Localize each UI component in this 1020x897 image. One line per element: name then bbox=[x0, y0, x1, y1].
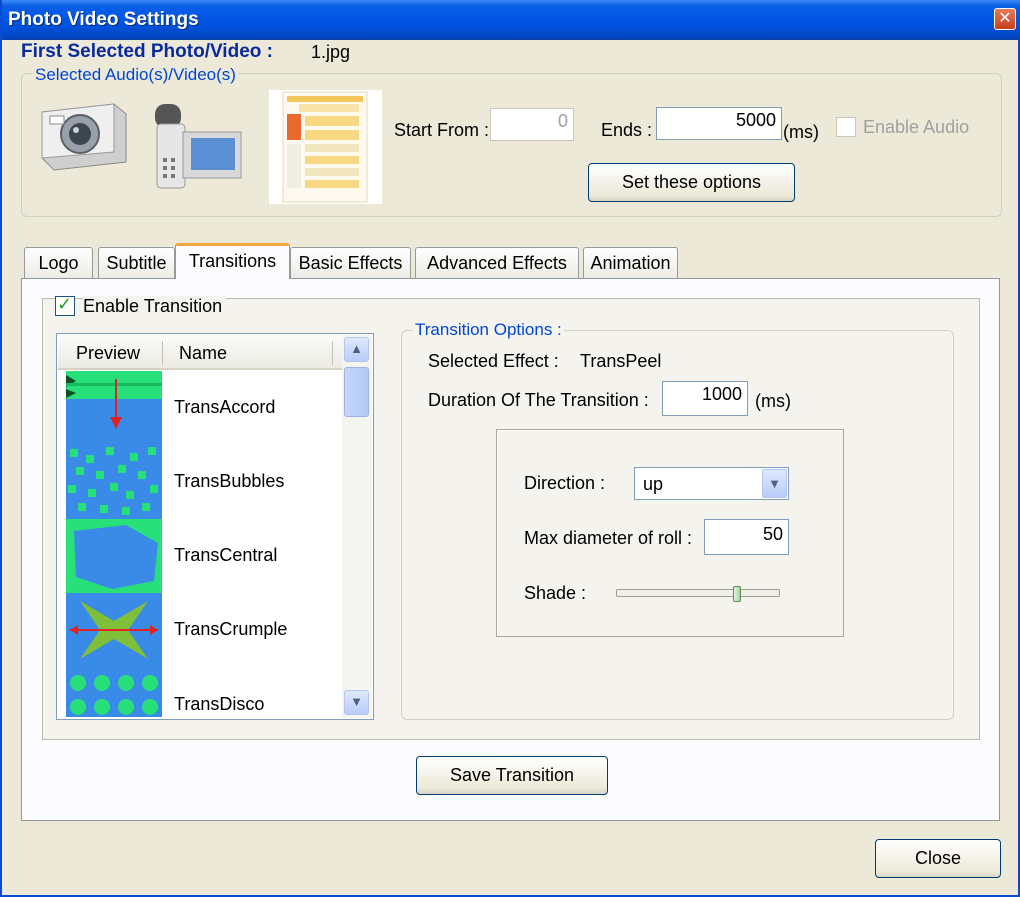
scroll-up-button[interactable]: ▲ bbox=[344, 337, 369, 362]
close-button[interactable]: Close bbox=[875, 839, 1001, 878]
set-options-button[interactable]: Set these options bbox=[588, 163, 795, 202]
selected-effect-value: TransPeel bbox=[580, 351, 662, 371]
list-item[interactable]: TransAccord bbox=[66, 371, 336, 445]
duration-label: Duration Of The Transition : bbox=[428, 390, 649, 410]
max-diameter-label: Max diameter of roll : bbox=[524, 528, 693, 548]
max-diameter-input[interactable]: 50 bbox=[704, 519, 789, 555]
enable-transition-label: Enable Transition bbox=[83, 296, 227, 317]
close-window-button[interactable]: ✕ bbox=[994, 8, 1016, 30]
document-thumbnail[interactable] bbox=[269, 90, 382, 204]
list-item[interactable]: TransCentral bbox=[66, 519, 336, 593]
enable-audio-label: Enable Audio bbox=[863, 117, 970, 137]
trans-disco-preview bbox=[66, 667, 162, 717]
list-item-name: TransCentral bbox=[174, 545, 278, 565]
list-header: Preview Name bbox=[58, 335, 342, 370]
window-title: Photo Video Settings bbox=[8, 9, 199, 30]
list-item-name: TransDisco bbox=[174, 694, 265, 714]
list-scrollbar[interactable]: ▲ ▼ bbox=[342, 335, 372, 718]
enable-transition-checkbox[interactable]: ✓ bbox=[55, 294, 75, 316]
trans-accord-preview bbox=[66, 371, 162, 445]
dropdown-button[interactable]: ▼ bbox=[762, 469, 787, 498]
start-from-label: Start From : bbox=[394, 120, 490, 140]
ends-input[interactable]: 5000 bbox=[656, 107, 782, 140]
column-name[interactable]: Name bbox=[179, 343, 227, 364]
title-bar[interactable]: Photo Video Settings ✕ bbox=[2, 0, 1020, 40]
column-divider[interactable] bbox=[162, 341, 163, 365]
shade-slider-track[interactable] bbox=[616, 589, 780, 597]
chevron-down-icon: ▼ bbox=[350, 694, 363, 709]
tab-animation[interactable]: Animation bbox=[583, 247, 678, 278]
list-item[interactable]: TransCrumple bbox=[66, 593, 336, 667]
list-item-name: TransAccord bbox=[174, 397, 276, 417]
chevron-up-icon: ▲ bbox=[350, 341, 363, 356]
ends-label: Ends : bbox=[601, 120, 653, 140]
list-item-name: TransCrumple bbox=[174, 619, 288, 639]
list-item[interactable]: TransBubbles bbox=[66, 445, 336, 519]
duration-unit-label: (ms) bbox=[755, 391, 791, 411]
scroll-down-button[interactable]: ▼ bbox=[344, 690, 369, 715]
enable-audio-checkbox[interactable] bbox=[836, 117, 856, 137]
tab-advanced-effects[interactable]: Advanced Effects bbox=[415, 247, 579, 278]
trans-bubbles-preview bbox=[66, 445, 162, 519]
shade-label: Shade : bbox=[524, 583, 587, 603]
trans-crumple-preview bbox=[66, 593, 162, 667]
first-selected-label: First Selected Photo/Video : bbox=[21, 41, 273, 62]
trans-central-preview bbox=[66, 519, 162, 593]
scrollbar-thumb[interactable] bbox=[344, 367, 369, 417]
close-icon: ✕ bbox=[998, 10, 1012, 27]
column-divider[interactable] bbox=[332, 341, 333, 365]
selected-media-legend: Selected Audio(s)/Video(s) bbox=[33, 65, 238, 85]
camcorder-icon[interactable] bbox=[147, 96, 247, 196]
checkmark-icon: ✓ bbox=[57, 294, 73, 314]
dialog-window: Photo Video Settings ✕ First Selected Ph… bbox=[0, 0, 1020, 897]
list-item-name: TransBubbles bbox=[174, 471, 285, 491]
direction-value: up bbox=[643, 474, 664, 494]
camera-icon[interactable] bbox=[34, 92, 134, 176]
chevron-down-icon: ▼ bbox=[768, 476, 781, 491]
selected-effect-label: Selected Effect : bbox=[428, 351, 559, 371]
direction-select[interactable]: up ▼ bbox=[634, 467, 789, 500]
tab-basic-effects[interactable]: Basic Effects bbox=[290, 247, 411, 278]
start-from-input[interactable]: 0 bbox=[490, 108, 574, 141]
list-item[interactable]: TransDisco bbox=[66, 667, 336, 717]
first-selected-value: 1.jpg bbox=[311, 42, 351, 62]
ends-unit-label: (ms) bbox=[783, 122, 819, 142]
column-preview[interactable]: Preview bbox=[76, 343, 140, 364]
save-transition-button[interactable]: Save Transition bbox=[416, 756, 608, 795]
tab-subtitle[interactable]: Subtitle bbox=[98, 247, 175, 278]
tab-transitions[interactable]: Transitions bbox=[175, 243, 290, 279]
shade-slider-thumb[interactable] bbox=[733, 586, 741, 602]
direction-label: Direction : bbox=[524, 473, 606, 493]
transition-list[interactable]: Preview Name TransAccord TransBubbles Tr… bbox=[56, 333, 374, 720]
tab-logo[interactable]: Logo bbox=[24, 247, 93, 278]
duration-input[interactable]: 1000 bbox=[662, 381, 748, 416]
transition-options-legend: Transition Options : bbox=[413, 320, 564, 340]
